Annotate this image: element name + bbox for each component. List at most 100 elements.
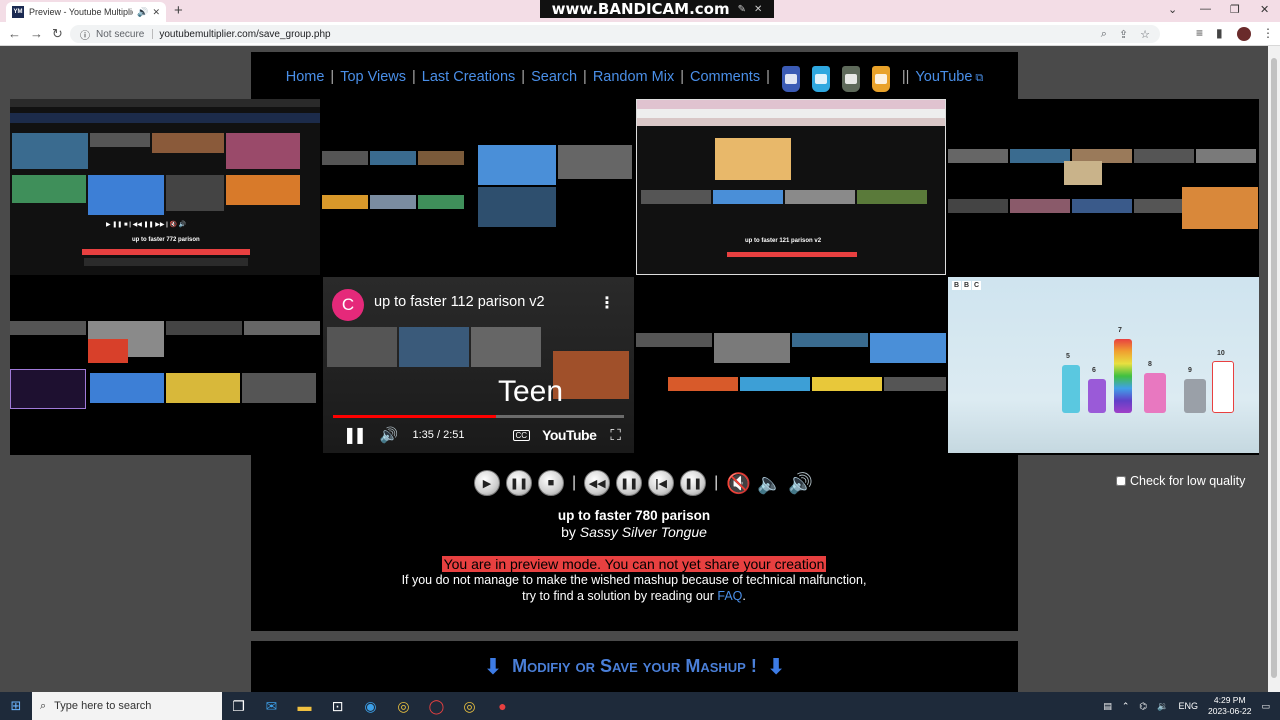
close-window-icon[interactable]: ✕ [1260,3,1269,16]
nav-separator: | [766,69,770,85]
nav-separator: | [412,69,416,85]
video-tile-4[interactable] [948,99,1258,275]
low-quality-option[interactable]: Check for low quality [1116,474,1245,488]
widgets-icon[interactable]: ▤ [1103,701,1112,712]
play-all-button[interactable]: ▶ [474,470,500,496]
zoom-icon[interactable]: ⌕ [1101,28,1107,41]
twitter-icon[interactable] [811,66,830,92]
nav-last-creations-link[interactable]: Last Creations [422,69,516,85]
previous-button[interactable]: |◀ [648,470,675,496]
thumb-strip [636,333,946,363]
modify-save-label[interactable]: Modifiy or Save your Mashup ! [512,656,757,677]
minimize-icon[interactable]: — [1200,3,1211,15]
bandicam-close-icon: ✕ [754,3,763,15]
faq-link[interactable]: FAQ [717,589,742,603]
address-bar[interactable]: ⓘ Not secure youtubemultiplier.com/save_… [70,25,1160,43]
video-tile-3[interactable]: up to faster 121 parison v2 [636,99,946,275]
thumb-strip [327,327,541,367]
edge-icon[interactable]: ◉ [354,698,387,715]
chevron-down-icon[interactable]: ⌄ [1168,3,1177,16]
tab-audio-icon[interactable]: 🔊 [137,7,148,18]
numberblock-6: 6 [1088,367,1106,413]
help-text-suffix: . [742,589,746,603]
tile-tabbar [637,100,945,109]
share-icon[interactable]: ⇪ [1119,28,1128,41]
pause-button[interactable]: ❚❚ [616,470,643,496]
back-icon[interactable]: ← [8,26,21,41]
mail-icon[interactable]: ✉ [255,698,288,715]
rss-icon[interactable] [871,66,890,92]
bbc-logo-letter: C [972,281,981,290]
menu-kebab-icon[interactable]: ⋮ [1262,26,1274,40]
help-text-prefix: try to find a solution by reading our [522,589,714,603]
file-explorer-icon[interactable]: ▬ [288,698,321,714]
captions-icon[interactable]: CC [512,429,531,441]
volume-tray-icon[interactable]: 🔉 [1157,701,1168,712]
nav-top-views-link[interactable]: Top Views [340,69,406,85]
video-tile-5[interactable] [10,277,320,453]
google-plus-icon[interactable] [841,66,860,92]
player-more-icon[interactable]: ⋮ [599,293,615,313]
nav-separator: | [680,69,684,85]
numberblock-label: 10 [1217,350,1225,357]
thumb-strip [12,133,300,169]
modify-save-banner[interactable]: ⬇ Modifiy or Save your Mashup ! ⬇ [251,641,1018,692]
new-tab-button[interactable]: + [174,2,183,19]
channel-avatar[interactable]: C [332,289,364,321]
notifications-icon[interactable]: ▭ [1261,701,1270,712]
page-scrollbar[interactable] [1268,46,1280,692]
nav-random-mix-link[interactable]: Random Mix [593,69,674,85]
chrome-icon[interactable]: ◎ [387,698,420,715]
player-progress-bar[interactable] [333,415,624,418]
mute-speaker-icon[interactable]: 🔇 [726,471,751,496]
youtube-logo[interactable]: YouTube [542,427,597,443]
url-text[interactable]: youtubemultiplier.com/save_group.php [159,29,330,40]
nav-home-link[interactable]: Home [286,69,325,85]
nav-search-link[interactable]: Search [531,69,577,85]
facebook-icon[interactable] [781,66,800,92]
tab-close-icon[interactable]: ✕ [152,7,160,18]
store-icon[interactable]: ⊡ [321,698,354,715]
reload-icon[interactable]: ↻ [52,26,63,42]
video-title[interactable]: up to faster 112 parison v2 [374,294,545,310]
task-view-icon[interactable]: ❐ [222,698,255,715]
forward-icon[interactable]: → [30,26,43,41]
video-tile-2[interactable] [322,99,632,275]
pause-sync-button[interactable]: ❚❚ [680,470,707,496]
restore-icon[interactable]: ❐ [1230,3,1240,16]
low-quality-checkbox[interactable] [1116,476,1126,486]
tile-thumb-logo [10,369,86,409]
language-indicator[interactable]: ENG [1178,701,1198,711]
nav-comments-link[interactable]: Comments [690,69,760,85]
pause-all-button[interactable]: ❚❚ [506,470,532,496]
browser-tab[interactable]: YM Preview - Youtube Multiplier 🔊 ✕ [6,2,166,22]
stop-all-button[interactable]: ■ [538,470,564,496]
youtube-player[interactable]: C up to faster 112 parison v2 ⋮ Teen ❚❚ … [323,277,634,453]
info-icon[interactable]: ⓘ [80,27,90,42]
taskbar-search-placeholder: Type here to search [54,700,152,712]
taskbar-clock[interactable]: 4:29 PM 2023-06-22 [1208,695,1251,717]
mute-others-speaker-icon[interactable]: 🔈 [757,471,782,496]
scrollbar-thumb[interactable] [1271,58,1277,678]
opera-icon[interactable]: ◯ [420,698,453,715]
reading-list-icon[interactable]: ≡ [1196,26,1203,40]
volume-icon[interactable]: 🔊 [380,426,399,444]
taskbar-search[interactable]: ⌕ Type here to search [32,692,222,720]
chrome-active-icon[interactable]: ◎ [453,698,486,715]
profile-avatar[interactable] [1237,27,1251,41]
bookmark-star-icon[interactable]: ☆ [1140,28,1150,41]
nav-youtube-link[interactable]: YouTube ⧉ [915,69,983,85]
video-tile-1[interactable]: ▶ ❚❚ ■ | ◀◀ ❚❚ ▶▶ | 🔇 🔊 up to faster 772… [10,99,320,275]
show-hidden-icons-icon[interactable]: ⌃ [1122,701,1130,712]
video-tile-numberblocks[interactable]: B B C 5 6 7 8 9 10 [948,277,1259,453]
unmute-speaker-icon[interactable]: 🔊 [788,471,813,496]
video-tile-7[interactable] [636,277,946,453]
pause-icon[interactable]: ❚❚ [343,425,367,445]
fullscreen-icon[interactable]: ⛶ [610,427,621,444]
rewind-button[interactable]: ◀◀ [584,470,611,496]
bandicam-icon[interactable]: ● [486,698,519,714]
side-panel-icon[interactable]: ▮ [1216,26,1223,40]
windows-start-icon[interactable]: ⊞ [0,698,32,714]
network-icon[interactable]: ⌬ [1139,701,1147,712]
tile-thumb [88,339,128,363]
